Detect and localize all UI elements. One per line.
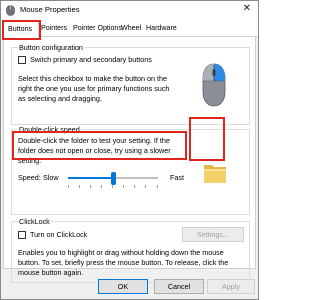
slider-tick [123,185,124,188]
close-button[interactable]: ✕ [243,4,251,14]
tab-pointers[interactable]: Pointers [41,24,67,32]
switch-buttons-checkbox[interactable] [18,56,26,64]
slider-tick [79,185,80,188]
ok-button[interactable]: OK [98,279,148,294]
speed-slider-highlight [12,131,187,160]
button-configuration-legend: Button configuration [18,43,84,52]
slider-tick [112,185,113,188]
tab-wheel[interactable]: Wheel [121,24,141,32]
buttons-tab-highlight [2,20,41,40]
switch-buttons-label: Switch primary and secondary buttons [30,55,152,64]
description-line: Enables you to highlight or drag without… [18,248,224,257]
slider-tick [145,185,146,188]
speed-slider-fill [68,177,113,179]
mouse-illustration-icon [202,63,226,107]
clicklock-legend: ClickLock [18,217,51,226]
clicklock-settings-button[interactable]: Settings... [182,227,244,242]
tab-hardware[interactable]: Hardware [146,24,177,32]
button-configuration-group: Button configuration Switch primary and … [11,43,250,125]
speed-label: Speed: [18,173,41,182]
speed-slider-thumb[interactable] [111,172,116,185]
slider-tick [134,185,135,188]
description-line: right the one you use for primary functi… [18,84,170,93]
description-line: button. To set, briefly press the mouse … [18,258,229,267]
folder-highlight [189,117,225,161]
slider-tick [68,185,69,188]
fast-label: Fast [170,173,184,182]
button-configuration-description: Select this checkbox to make the button … [18,74,193,104]
mouse-properties-window: Mouse Properties ✕ Buttons Pointers Poin… [0,0,259,300]
slider-tick [90,185,91,188]
clicklock-group: ClickLock Turn on ClickLock Settings... … [11,217,250,283]
window-title: Mouse Properties [20,5,80,14]
clicklock-checkbox[interactable] [18,231,26,239]
title-bar: Mouse Properties ✕ [1,1,258,19]
slider-tick [157,185,158,188]
clicklock-description: Enables you to highlight or drag without… [18,248,248,278]
description-line: as selecting and dragging. [18,94,102,103]
cancel-button[interactable]: Cancel [154,279,204,294]
slider-tick [101,185,102,188]
clicklock-label: Turn on ClickLock [30,230,88,239]
slow-label: Slow [43,173,59,182]
tab-pointer-options[interactable]: Pointer Options [73,24,122,32]
folder-icon[interactable] [203,162,227,184]
description-line: mouse button again. [18,268,84,277]
description-line: Select this checkbox to make the button … [18,74,168,83]
apply-button[interactable]: Apply [207,279,255,294]
mouse-icon [6,5,15,16]
